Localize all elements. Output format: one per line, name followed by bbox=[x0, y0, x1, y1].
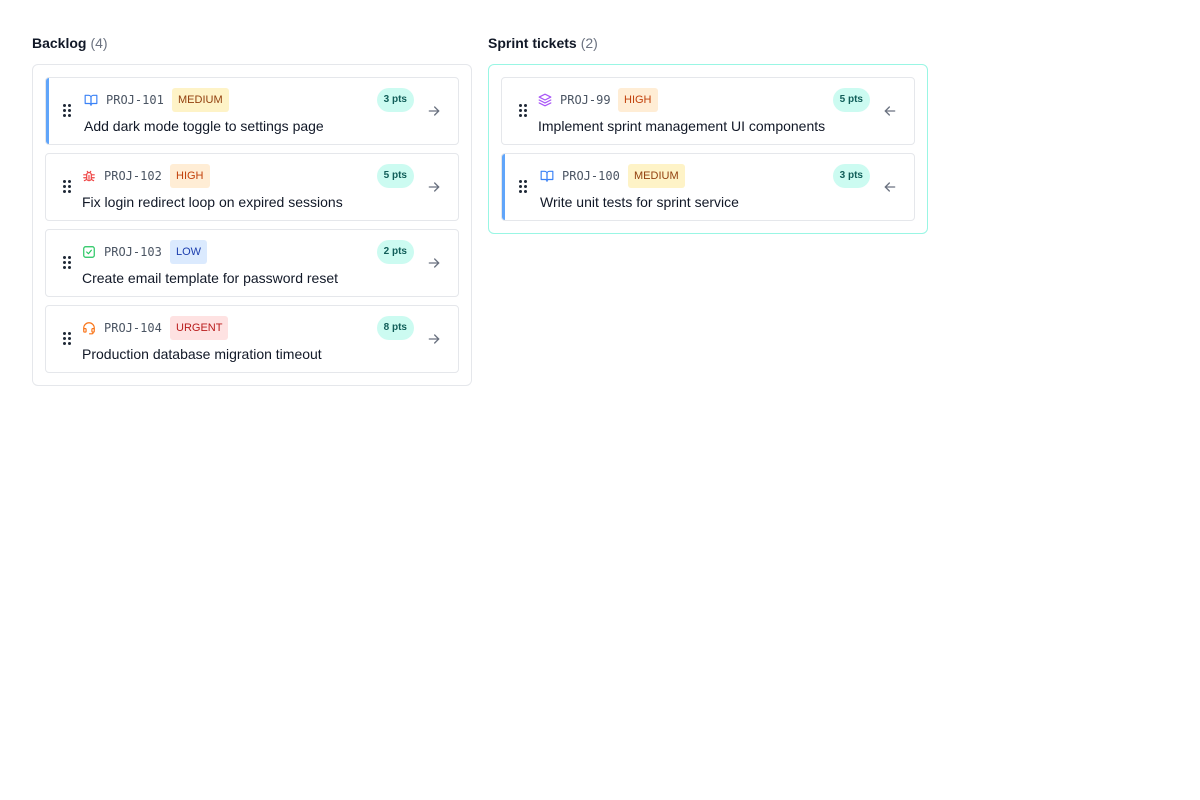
ticket-title: Production database migration timeout bbox=[82, 346, 322, 362]
drag-handle-icon[interactable] bbox=[519, 180, 527, 194]
sprint-list: PROJ-99 HIGH 5 pts Implement sprint mana… bbox=[488, 64, 928, 234]
ticket-title: Implement sprint management UI component… bbox=[538, 118, 826, 134]
drag-handle-icon[interactable] bbox=[63, 256, 71, 270]
move-to-sprint-arrow-right-icon[interactable] bbox=[426, 331, 442, 347]
priority-badge: URGENT bbox=[170, 316, 229, 340]
drag-handle-icon[interactable] bbox=[63, 104, 71, 118]
ticket-card[interactable]: PROJ-104 URGENT 8 pts Production databas… bbox=[45, 305, 459, 373]
backlog-title: Backlog bbox=[32, 35, 87, 51]
move-to-backlog-arrow-left-icon[interactable] bbox=[882, 103, 898, 119]
priority-badge: HIGH bbox=[170, 164, 210, 188]
drag-handle-icon[interactable] bbox=[63, 332, 71, 346]
story-points-badge: 2 pts bbox=[376, 240, 414, 264]
ticket-id: PROJ-103 bbox=[104, 245, 162, 259]
book-icon bbox=[540, 169, 554, 183]
story-points-badge: 5 pts bbox=[376, 164, 414, 188]
priority-badge: LOW bbox=[170, 240, 208, 264]
backlog-header: Backlog (4) bbox=[32, 34, 472, 52]
check-square-icon bbox=[82, 245, 96, 259]
backlog-count: (4) bbox=[90, 35, 108, 51]
ticket-id: PROJ-99 bbox=[560, 93, 611, 107]
sprint-count: (2) bbox=[580, 35, 598, 51]
ticket-title: Add dark mode toggle to settings page bbox=[84, 118, 324, 134]
book-icon bbox=[84, 93, 98, 107]
move-to-sprint-arrow-right-icon[interactable] bbox=[426, 255, 442, 271]
move-to-sprint-arrow-right-icon[interactable] bbox=[426, 103, 442, 119]
move-to-sprint-arrow-right-icon[interactable] bbox=[426, 179, 442, 195]
drag-handle-icon[interactable] bbox=[63, 180, 71, 194]
priority-badge: MEDIUM bbox=[172, 88, 229, 112]
story-points-badge: 3 pts bbox=[832, 164, 870, 188]
story-points-badge: 5 pts bbox=[832, 88, 870, 112]
layers-icon bbox=[538, 93, 552, 107]
ticket-title: Write unit tests for sprint service bbox=[540, 194, 739, 210]
sprint-column: Sprint tickets (2) PROJ-99 HIGH 5 pts Imp… bbox=[488, 34, 928, 234]
bug-icon bbox=[82, 169, 96, 183]
sprint-title: Sprint tickets bbox=[488, 35, 577, 51]
ticket-card[interactable]: PROJ-99 HIGH 5 pts Implement sprint mana… bbox=[501, 77, 915, 145]
sprint-header: Sprint tickets (2) bbox=[488, 34, 928, 52]
ticket-card[interactable]: PROJ-101 MEDIUM 3 pts Add dark mode togg… bbox=[45, 77, 459, 145]
ticket-id: PROJ-101 bbox=[106, 93, 164, 107]
ticket-id: PROJ-104 bbox=[104, 321, 162, 335]
ticket-card[interactable]: PROJ-102 HIGH 5 pts Fix login redirect l… bbox=[45, 153, 459, 221]
story-points-badge: 3 pts bbox=[376, 88, 414, 112]
move-to-backlog-arrow-left-icon[interactable] bbox=[882, 179, 898, 195]
ticket-id: PROJ-100 bbox=[562, 169, 620, 183]
story-points-badge: 8 pts bbox=[376, 316, 414, 340]
priority-badge: HIGH bbox=[618, 88, 658, 112]
ticket-title: Fix login redirect loop on expired sessi… bbox=[82, 194, 343, 210]
drag-handle-icon[interactable] bbox=[519, 104, 527, 118]
ticket-card[interactable]: PROJ-100 MEDIUM 3 pts Write unit tests f… bbox=[501, 153, 915, 221]
priority-badge: MEDIUM bbox=[628, 164, 685, 188]
ticket-title: Create email template for password reset bbox=[82, 270, 338, 286]
ticket-card[interactable]: PROJ-103 LOW 2 pts Create email template… bbox=[45, 229, 459, 297]
headset-icon bbox=[82, 321, 96, 335]
ticket-id: PROJ-102 bbox=[104, 169, 162, 183]
backlog-column: Backlog (4) PROJ-101 MEDIUM 3 pts Add dar… bbox=[32, 34, 472, 386]
backlog-list: PROJ-101 MEDIUM 3 pts Add dark mode togg… bbox=[32, 64, 472, 386]
